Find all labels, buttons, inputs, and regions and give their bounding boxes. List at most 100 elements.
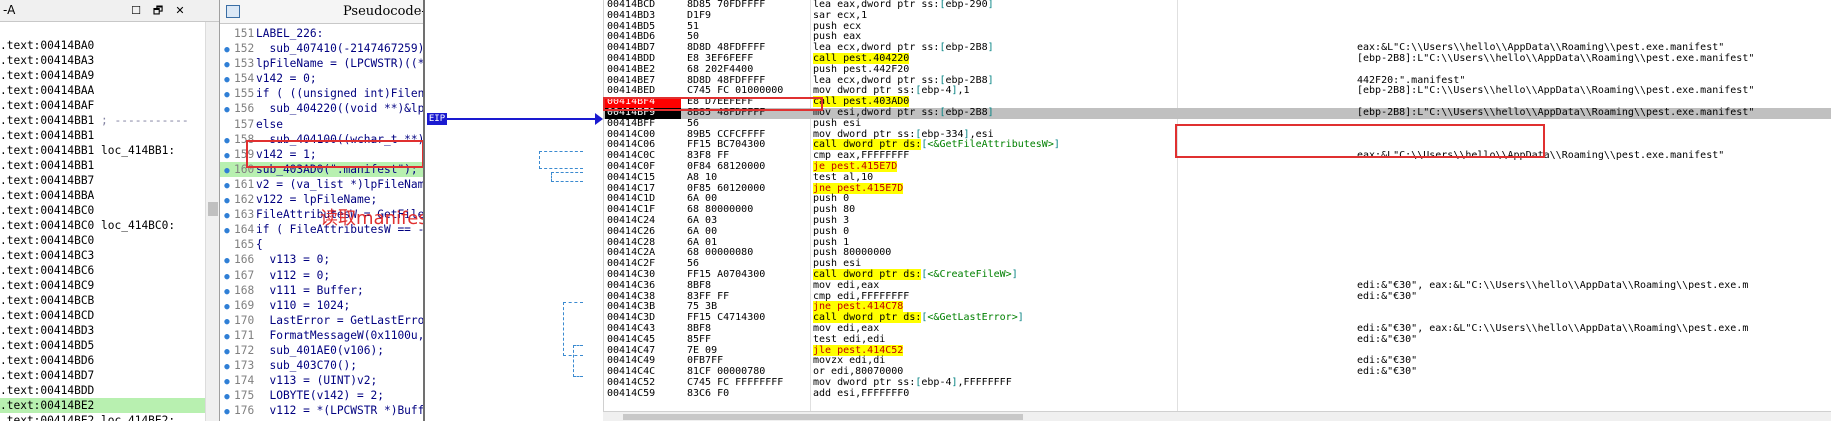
- scrollbar-thumb[interactable]: [208, 202, 218, 216]
- instruction-cell: add esi,FFFFFFF0: [813, 388, 909, 400]
- address-cell: 00414C26: [607, 225, 656, 237]
- disasm-row[interactable]: 00414BED C745 FC 01000000 mov dword ptr ss…: [603, 85, 1831, 97]
- ida-address-row[interactable]: .text:00414BCB: [0, 293, 205, 308]
- pseudocode-line[interactable]: ●170 LastError = GetLastError();: [220, 313, 425, 328]
- line-number: 154: [234, 72, 255, 86]
- pseudocode-line[interactable]: ● 173 sub_403C70();: [220, 358, 423, 373]
- code-text: LastError = GetLastError();: [269, 313, 425, 327]
- ida-address-row[interactable]: .text:00414BA3: [0, 53, 205, 68]
- pseudocode-line[interactable]: 165{: [220, 237, 423, 252]
- line-number: 170: [234, 313, 255, 327]
- disasm-row[interactable]: 00414C24 6A 03 push 3: [603, 215, 1831, 227]
- float-icon[interactable]: 🗗: [150, 3, 166, 19]
- disasm-row[interactable]: 00414C43 8BF8 mov edi,eax edi:&"€30", eax:&…: [603, 323, 1831, 335]
- vertical-scrollbar[interactable]: [205, 22, 219, 421]
- instruction-token: ebp-4: [921, 85, 952, 97]
- pseudocode-line[interactable]: ● 175 LOBYTE(v142) = 2;: [220, 388, 423, 403]
- disasm-row[interactable]: 00414BD5 51 push ecx: [603, 21, 1831, 33]
- scrollbar-thumb[interactable]: [623, 414, 1023, 420]
- disasm-row[interactable]: 00414C36 8BF8 mov edi,eax edi:&"€30", eax:&…: [603, 280, 1831, 292]
- ida-address-row[interactable]: .text:00414BAA: [0, 83, 205, 98]
- restore-icon[interactable]: ☐: [128, 3, 144, 19]
- disasm-row[interactable]: 00414C2A 68 00000080 push 80000000: [603, 247, 1831, 259]
- disasm-row[interactable]: 00414BE2 68 202F4400 push pest.442F20: [603, 63, 1831, 76]
- ida-address-row[interactable]: .text:00414BDD: [0, 383, 205, 398]
- disasm-row[interactable]: 00414C17 0F85 60120000 jne pest.415E7D: [603, 182, 1831, 195]
- close-icon[interactable]: ✕: [172, 3, 188, 19]
- ida-address-row[interactable]: .text:00414BB1 ; -----------: [0, 113, 205, 128]
- pseudocode-tab-title[interactable]: Pseudocode-A: [343, 4, 423, 19]
- disasm-row[interactable]: 00414C1D 6A 00 push 0: [603, 193, 1831, 205]
- disasm-row[interactable]: 00414BCD 8D85 70FDFFFF lea eax,dword ptr s…: [603, 0, 1831, 11]
- pseudocode-icon: [226, 5, 240, 18]
- ida-address-row[interactable]: .text:00414BE2: [0, 398, 205, 413]
- disasm-row[interactable]: 00414BD3 D1F9 sar ecx,1: [603, 10, 1831, 22]
- ida-address-row[interactable]: .text:00414BD6: [0, 353, 205, 368]
- pseudocode-line[interactable]: ●153lpFileName = (LPCWSTR)((*(int: [220, 56, 425, 71]
- ida-address-row[interactable]: .text:00414BA9: [0, 68, 205, 83]
- disasm-row[interactable]: 00414C4C 81CF 00000780 or edi,80070000 edi:…: [603, 366, 1831, 378]
- address-text: .text:00414BE2: [0, 414, 95, 421]
- ida-address-row[interactable]: .text:00414BE2 loc_414BE2:: [0, 413, 205, 421]
- pseudocode-line[interactable]: ●176 v112 = *(LPCWSTR *)Buffer;: [220, 403, 423, 420]
- disasm-row[interactable]: 00414C52 C745 FC FFFFFFFF mov dword ptr ss…: [603, 377, 1831, 389]
- pseudocode-line[interactable]: ● 174 v113 = (UINT)v2;: [220, 373, 423, 388]
- disasm-row[interactable]: 00414C28 6A 01 push 1: [603, 237, 1831, 249]
- pseudocode-line[interactable]: 157 else: [220, 117, 423, 132]
- ida-address-row[interactable]: .text:00414BBA: [0, 188, 205, 203]
- debugger-disassembly-pane: EIP 00414BCD 8D85 70FDFFFF lea eax,dword p…: [427, 0, 1831, 421]
- code-text: {: [256, 238, 263, 252]
- disasm-row[interactable]: 00414C15 A8 10 test al,10: [603, 172, 1831, 184]
- disasm-row[interactable]: 00414C0F 0F84 68120000 je pest.415E7D: [603, 160, 1831, 173]
- disasm-row[interactable]: 00414BDD E8 3EF6FEFF call pest.404220 [ebp-…: [603, 52, 1831, 65]
- disasm-row[interactable]: 00414C26 6A 00 push 0: [603, 225, 1831, 238]
- bytes-cell: 68 202F4400: [687, 63, 754, 75]
- pseudocode-line[interactable]: ● 172 sub_401AE0(v106);: [220, 343, 423, 358]
- pseudocode-line[interactable]: ● 161 v2 = (va_list *)lpFileName;: [220, 177, 423, 192]
- disasm-row[interactable]: 00414C45 85FF test edi,edi edi:&"€30": [603, 334, 1831, 346]
- pseudocode-line[interactable]: ● 152 sub_407410(-2147467259);: [220, 41, 423, 56]
- line-number: 165: [234, 238, 255, 252]
- ida-address-row[interactable]: .text:00414BC9: [0, 278, 205, 293]
- breakpoint-dot-icon[interactable]: ●: [220, 405, 234, 420]
- ida-address-row[interactable]: .text:00414BC0 loc_414BC0:: [0, 218, 205, 233]
- ida-address-row[interactable]: .text:00414BAF: [0, 98, 205, 113]
- disasm-row[interactable]: 00414C2F 56 push esi: [603, 258, 1831, 270]
- pseudocode-line[interactable]: ● 169 v110 = 1024;: [220, 298, 423, 313]
- ida-address-row[interactable]: .text:00414BC3: [0, 248, 205, 263]
- code-text: lpFileName = (LPCWSTR)((*(int: [256, 57, 425, 71]
- ida-address-row[interactable]: .text:00414BB1: [0, 158, 205, 173]
- ida-address-row[interactable]: .text:00414BD7: [0, 368, 205, 383]
- disasm-row[interactable]: 00414C38 83FF FF cmp edi,FFFFFFFF edi:&"€30…: [603, 291, 1831, 303]
- ida-address-row[interactable]: .text:00414BB7: [0, 173, 205, 188]
- disasm-row[interactable]: 00414C3B 75 3B jne pest.414C78: [603, 301, 1831, 313]
- ida-address-row[interactable]: .text:00414BD5: [0, 338, 205, 353]
- disasm-row[interactable]: 00414C59 83C6 F0 add esi,FFFFFFF0: [603, 388, 1831, 400]
- pseudocode-line[interactable]: ● 166 v113 = 0;: [220, 252, 423, 267]
- ida-address-row[interactable]: .text:00414BC6: [0, 263, 205, 278]
- pseudocode-line[interactable]: ●155if ( ((unsigned int)Filename &: [220, 86, 423, 101]
- pseudocode-line[interactable]: ● 154 v142 = 0;: [220, 71, 423, 86]
- ida-address-row[interactable]: .text:00414BD3: [0, 323, 205, 338]
- ida-address-row[interactable]: .text:00414BB1 loc_414BB1:: [0, 143, 205, 158]
- ida-address-row[interactable]: .text:00414BC0: [0, 203, 205, 218]
- pseudocode-line[interactable]: ●171 FormatMessageW(0x1100u, 0, L: [220, 328, 423, 343]
- ida-address-row[interactable]: .text:00414BB1: [0, 128, 205, 143]
- ida-address-row[interactable]: .text:00414BA0: [0, 38, 205, 53]
- code-text: v110 = 1024;: [256, 298, 351, 312]
- disasm-row[interactable]: 00414C47 7E 09 jle pest.414C52: [603, 344, 1831, 357]
- pseudocode-line[interactable]: ● 167 v112 = 0;: [220, 268, 423, 283]
- disasm-row[interactable]: 00414C1F 68 80000000 push 80: [603, 204, 1831, 216]
- ida-address-row[interactable]: .text:00414BC0: [0, 233, 205, 248]
- instruction-token: push 80000000: [813, 247, 892, 259]
- pseudocode-line[interactable]: ●156 sub_404220((void **)&lpFile: [220, 101, 423, 116]
- comment-cell: [ebp-2B8]:L"C:\\Users\\hello\\AppData\\R…: [1357, 85, 1755, 97]
- instruction-token: movzx edi,di: [813, 355, 886, 367]
- ida-address-row[interactable]: .text:00414BCD: [0, 308, 205, 323]
- pseudocode-line[interactable]: ● 168 v111 = Buffer;: [220, 283, 423, 298]
- instruction-token: ]: [1017, 312, 1024, 324]
- horizontal-scrollbar[interactable]: [603, 411, 1831, 421]
- eip-marker: EIP: [427, 113, 447, 125]
- pseudocode-line[interactable]: 151 LABEL_226:: [220, 26, 423, 41]
- disasm-row[interactable]: 00414C49 0FB7FF movzx edi,di edi:&"€30": [603, 355, 1831, 367]
